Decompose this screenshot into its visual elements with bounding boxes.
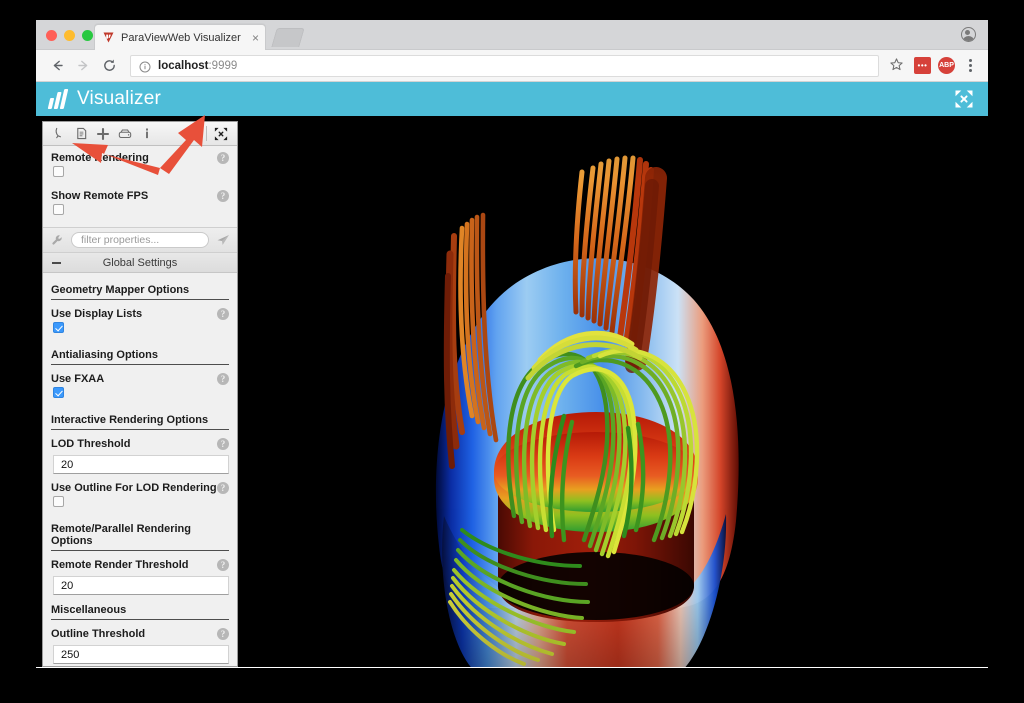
settings-scroll-area[interactable]: Geometry Mapper Options Use Display List… [43,273,237,666]
reload-button[interactable] [98,55,120,77]
group-header: Geometry Mapper Options [51,275,229,300]
show-remote-fps-row: Show Remote FPS ? [43,184,237,204]
new-tab-button[interactable] [271,28,304,47]
use-outline-lod-checkbox[interactable] [53,496,64,507]
remote-rendering-label: Remote Rendering [51,152,149,164]
use-display-lists-label: Use Display Lists [51,308,142,320]
window-controls[interactable] [46,30,93,41]
maximize-window-button[interactable] [82,30,93,41]
global-settings-section-bar[interactable]: Global Settings [43,253,237,273]
close-tab-button[interactable]: × [247,32,259,44]
properties-panel[interactable]: Remote Rendering ? Show Remote FPS ? [42,121,238,667]
kebab-menu-icon[interactable] [962,59,978,72]
lod-threshold-input[interactable]: 20 [53,455,229,474]
browser-window: ParaViewWeb Visualizer × [36,20,988,668]
use-outline-lod-checkbox-row [51,496,229,514]
use-fxaa-checkbox[interactable] [53,387,64,398]
forward-button [72,55,94,77]
info-circle-icon[interactable] [139,60,151,72]
group-header: Miscellaneous [51,595,229,620]
app-header: Visualizer [36,82,988,116]
help-icon[interactable]: ? [217,190,229,202]
group-antialiasing: Antialiasing Options Use FXAA ? [43,340,237,405]
use-fxaa-label: Use FXAA [51,373,104,385]
global-settings-title: Global Settings [43,257,237,269]
pick-cursor-icon[interactable] [48,123,70,145]
bookmark-star-icon[interactable] [889,57,907,75]
back-button[interactable] [46,55,68,77]
outline-threshold-label: Outline Threshold [51,628,145,640]
remote-rendering-checkbox[interactable] [53,166,64,177]
visualizer-bars-logo [48,89,69,109]
wrench-icon[interactable] [50,233,64,247]
minimize-window-button[interactable] [64,30,75,41]
url-port: :9999 [208,60,237,72]
paraview-logo-icon [101,31,115,45]
add-icon[interactable] [92,123,114,145]
help-icon[interactable]: ? [217,628,229,640]
outline-threshold-input[interactable]: 250 [53,645,229,664]
lod-threshold-label: LOD Threshold [51,438,130,450]
group-header: Antialiasing Options [51,340,229,365]
expand-arrows-icon[interactable] [954,89,974,109]
browser-toolbar: localhost:9999 ••• ABP [36,50,988,82]
extension-adblock[interactable]: ABP [938,57,955,74]
help-icon[interactable]: ? [217,482,229,494]
browser-tab-strip: ParaViewWeb Visualizer × [36,20,988,50]
lod-threshold-row: LOD Threshold ? [51,432,229,452]
address-bar-url: localhost:9999 [158,60,237,72]
use-fxaa-row: Use FXAA ? [51,367,229,387]
help-icon[interactable]: ? [217,308,229,320]
show-remote-fps-label: Show Remote FPS [51,190,148,202]
remote-render-threshold-input[interactable]: 20 [53,576,229,595]
app-title: Visualizer [77,88,161,110]
group-header: Remote/Parallel Rendering Options [51,514,229,551]
group-header: Interactive Rendering Options [51,405,229,430]
remote-render-threshold-row: Remote Render Threshold ? [51,553,229,573]
remote-rendering-row: Remote Rendering ? [43,146,237,166]
remote-rendering-checkbox-row [43,166,237,184]
3d-render-view[interactable] [276,116,988,667]
browser-tab-active[interactable]: ParaViewWeb Visualizer × [94,24,266,50]
extension-adblock-label: ABP [939,62,954,69]
filter-row: filter properties... [43,227,237,253]
expand-icon[interactable] [210,123,232,145]
help-icon[interactable]: ? [217,373,229,385]
panel-toolbar [43,122,237,146]
group-interactive-rendering: Interactive Rendering Options LOD Thresh… [43,405,237,514]
group-miscellaneous: Miscellaneous Outline Threshold ? 250 [43,595,237,664]
profile-avatar-icon[interactable] [961,27,976,42]
show-remote-fps-checkbox[interactable] [53,204,64,215]
extension-red-toolbar[interactable]: ••• [914,57,931,74]
address-bar[interactable]: localhost:9999 [130,55,879,77]
filter-properties-input[interactable]: filter properties... [71,232,209,248]
url-host: localhost [158,60,208,72]
remote-render-threshold-label: Remote Render Threshold [51,559,189,571]
info-icon[interactable] [136,123,158,145]
use-fxaa-checkbox-row [51,387,229,405]
help-icon[interactable]: ? [217,559,229,571]
dataset-icon[interactable] [114,123,136,145]
browser-tab-title: ParaViewWeb Visualizer [121,32,247,44]
toolbar-separator [206,126,207,141]
settings-gear-icon[interactable] [181,123,203,145]
extension-red-toolbar-label: ••• [918,62,928,70]
help-icon[interactable]: ? [217,152,229,164]
minus-icon[interactable] [52,262,61,264]
render-view-container[interactable]: Remote Rendering ? Show Remote FPS ? [36,116,988,667]
screenshot-root: ParaViewWeb Visualizer × [0,0,1024,703]
use-outline-lod-row: Use Outline For LOD Rendering ? [51,474,229,496]
file-icon[interactable] [70,123,92,145]
use-display-lists-checkbox-row [51,322,229,340]
group-remote-parallel-rendering: Remote/Parallel Rendering Options Remote… [43,514,237,595]
help-icon[interactable]: ? [217,438,229,450]
group-geometry-mapper: Geometry Mapper Options Use Display List… [43,275,237,340]
use-display-lists-row: Use Display Lists ? [51,302,229,322]
send-icon[interactable] [216,233,230,247]
outline-threshold-row: Outline Threshold ? [51,622,229,642]
close-window-button[interactable] [46,30,57,41]
use-display-lists-checkbox[interactable] [53,322,64,333]
show-remote-fps-checkbox-row [43,204,237,222]
use-outline-lod-label: Use Outline For LOD Rendering [51,482,217,494]
